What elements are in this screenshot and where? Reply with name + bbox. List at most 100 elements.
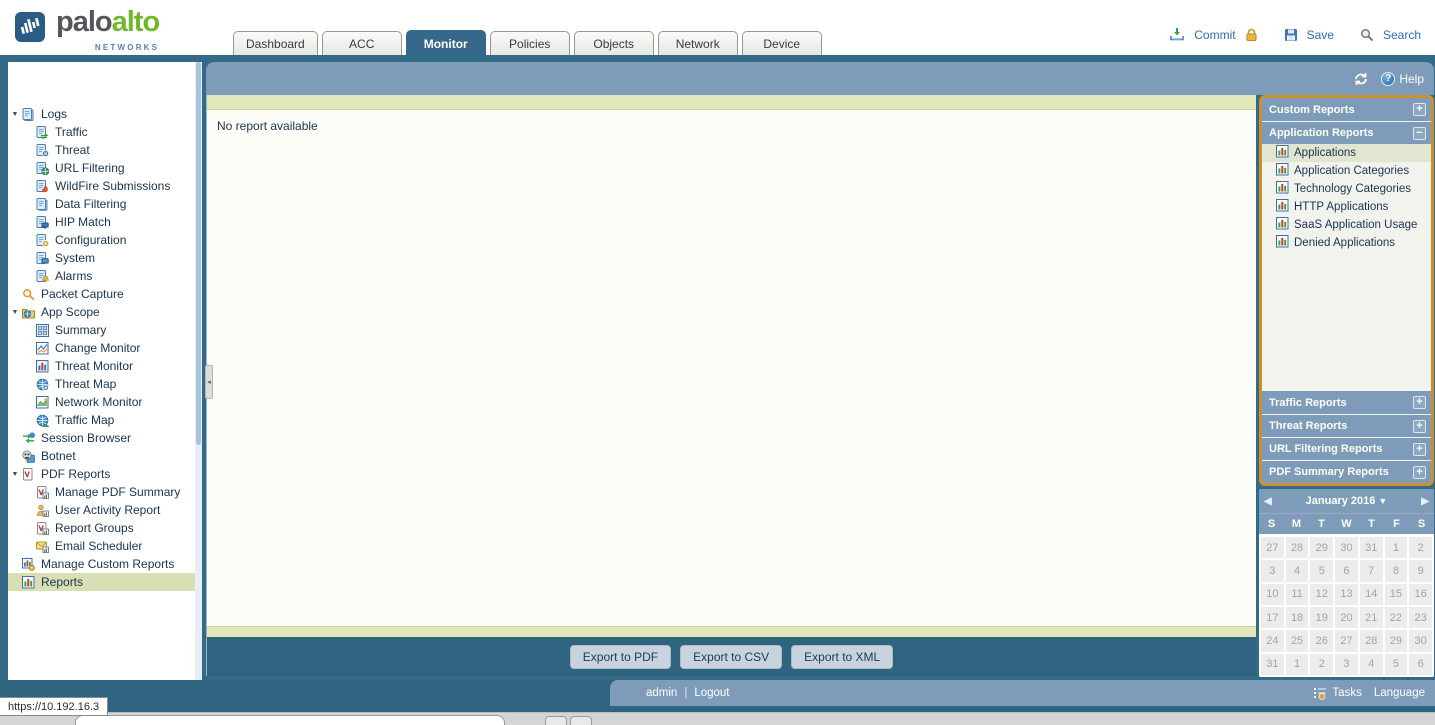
save-button[interactable]: Save: [1307, 28, 1334, 42]
calendar-prev-icon[interactable]: ◀: [1264, 496, 1272, 507]
sidebar-item-logs[interactable]: ▼Logs: [8, 105, 202, 123]
sidebar-item-pdf-reports[interactable]: ▼PDF Reports: [8, 465, 202, 483]
calendar-day[interactable]: 19: [1310, 607, 1333, 628]
calendar-day[interactable]: 24: [1261, 630, 1284, 651]
report-section-url-filtering-reports[interactable]: URL Filtering Reports+: [1262, 437, 1431, 460]
report-section-threat-reports[interactable]: Threat Reports+: [1262, 414, 1431, 437]
calendar-day[interactable]: 27: [1261, 537, 1284, 558]
sidebar-item-session-browser[interactable]: Session Browser: [8, 429, 202, 447]
calendar-day[interactable]: 7: [1360, 560, 1383, 581]
sidebar-item-wildfire-submissions[interactable]: WildFire Submissions: [8, 177, 202, 195]
expand-toggle-icon[interactable]: +: [1413, 396, 1426, 409]
sidebar-item-threat[interactable]: Threat: [8, 141, 202, 159]
report-item-denied-applications[interactable]: Denied Applications: [1262, 234, 1431, 252]
sidebar-item-system[interactable]: System: [8, 249, 202, 267]
calendar-day[interactable]: 2: [1310, 654, 1333, 675]
sidebar-item-reports[interactable]: Reports: [8, 573, 202, 591]
logout-button[interactable]: Logout: [694, 687, 729, 699]
calendar-day[interactable]: 30: [1335, 537, 1358, 558]
commit-button[interactable]: Commit: [1194, 28, 1235, 42]
report-section-traffic-reports[interactable]: Traffic Reports+: [1262, 391, 1431, 414]
expand-arrow-icon[interactable]: ▼: [8, 471, 22, 478]
calendar-day[interactable]: 29: [1385, 630, 1408, 651]
refresh-icon[interactable]: [1353, 72, 1369, 86]
calendar-day[interactable]: 4: [1360, 654, 1383, 675]
calendar-day[interactable]: 25: [1286, 630, 1309, 651]
expand-toggle-icon[interactable]: +: [1413, 443, 1426, 456]
calendar-day[interactable]: 26: [1310, 630, 1333, 651]
calendar-day[interactable]: 18: [1286, 607, 1309, 628]
calendar-month-selector[interactable]: January 2016 ▼: [1272, 495, 1422, 507]
calendar-day[interactable]: 21: [1360, 607, 1383, 628]
calendar-day[interactable]: 13: [1335, 584, 1358, 605]
commit-icon[interactable]: [1169, 27, 1185, 42]
expand-toggle-icon[interactable]: +: [1413, 420, 1426, 433]
sidebar-item-packet-capture[interactable]: Packet Capture: [8, 285, 202, 303]
calendar-day[interactable]: 12: [1310, 584, 1333, 605]
export-to-csv-button[interactable]: Export to CSV: [680, 645, 782, 669]
report-section-custom-reports[interactable]: Custom Reports+: [1262, 98, 1431, 121]
sidebar-item-app-scope[interactable]: ▼App Scope: [8, 303, 202, 321]
sidebar-scrollbar-thumb[interactable]: [196, 62, 201, 445]
report-item-http-applications[interactable]: HTTP Applications: [1262, 198, 1431, 216]
tab-dashboard[interactable]: Dashboard: [233, 31, 318, 55]
calendar-day[interactable]: 6: [1409, 654, 1432, 675]
sidebar-item-manage-pdf-summary[interactable]: Manage PDF Summary: [8, 483, 202, 501]
calendar-day[interactable]: 1: [1385, 537, 1408, 558]
calendar-day[interactable]: 28: [1360, 630, 1383, 651]
calendar-day[interactable]: 5: [1385, 654, 1408, 675]
browser-find-next-button[interactable]: [570, 716, 592, 725]
report-item-applications[interactable]: Applications: [1262, 144, 1431, 162]
calendar-day[interactable]: 31: [1360, 537, 1383, 558]
calendar-next-icon[interactable]: ▶: [1421, 496, 1429, 507]
tab-network[interactable]: Network: [658, 31, 738, 55]
expand-toggle-icon[interactable]: +: [1413, 103, 1426, 116]
calendar-day[interactable]: 28: [1286, 537, 1309, 558]
calendar-day[interactable]: 6: [1335, 560, 1358, 581]
sidebar-item-traffic[interactable]: Traffic: [8, 123, 202, 141]
calendar-day[interactable]: 30: [1409, 630, 1432, 651]
report-item-saas-application-usage[interactable]: SaaS Application Usage: [1262, 216, 1431, 234]
calendar-day[interactable]: 3: [1261, 560, 1284, 581]
sidebar-item-manage-custom-reports[interactable]: Manage Custom Reports: [8, 555, 202, 573]
calendar-day[interactable]: 3: [1335, 654, 1358, 675]
report-section-application-reports[interactable]: Application Reports−: [1262, 121, 1431, 144]
search-button[interactable]: Search: [1383, 28, 1421, 42]
expand-arrow-icon[interactable]: ▼: [8, 111, 22, 118]
calendar-day[interactable]: 16: [1409, 584, 1432, 605]
calendar-day[interactable]: 1: [1286, 654, 1309, 675]
sidebar-item-threat-monitor[interactable]: Threat Monitor: [8, 357, 202, 375]
calendar-day[interactable]: 15: [1385, 584, 1408, 605]
tasks-button[interactable]: Tasks: [1313, 687, 1361, 700]
browser-find-prev-button[interactable]: [545, 716, 567, 725]
export-to-xml-button[interactable]: Export to XML: [791, 645, 893, 669]
save-icon[interactable]: [1284, 28, 1298, 42]
tab-policies[interactable]: Policies: [490, 31, 570, 55]
report-item-technology-categories[interactable]: Technology Categories: [1262, 180, 1431, 198]
collapse-toggle-icon[interactable]: −: [1413, 127, 1426, 140]
expand-arrow-icon[interactable]: ▼: [8, 309, 22, 316]
tab-device[interactable]: Device: [742, 31, 822, 55]
sidebar-item-user-activity-report[interactable]: User Activity Report: [8, 501, 202, 519]
report-item-application-categories[interactable]: Application Categories: [1262, 162, 1431, 180]
calendar-day[interactable]: 5: [1310, 560, 1333, 581]
sidebar-item-report-groups[interactable]: Report Groups: [8, 519, 202, 537]
calendar-day[interactable]: 8: [1385, 560, 1408, 581]
calendar-day[interactable]: 14: [1360, 584, 1383, 605]
sidebar-item-threat-map[interactable]: Threat Map: [8, 375, 202, 393]
sidebar-collapse-handle[interactable]: ◂: [205, 365, 213, 399]
report-section-pdf-summary-reports[interactable]: PDF Summary Reports+: [1262, 460, 1431, 483]
calendar-day[interactable]: 4: [1286, 560, 1309, 581]
sidebar-item-url-filtering[interactable]: URL Filtering: [8, 159, 202, 177]
calendar-day[interactable]: 10: [1261, 584, 1284, 605]
calendar-day[interactable]: 11: [1286, 584, 1309, 605]
sidebar-item-summary[interactable]: Summary: [8, 321, 202, 339]
sidebar-item-configuration[interactable]: Configuration: [8, 231, 202, 249]
sidebar-item-change-monitor[interactable]: Change Monitor: [8, 339, 202, 357]
calendar-day[interactable]: 23: [1409, 607, 1432, 628]
sidebar-item-email-scheduler[interactable]: Email Scheduler: [8, 537, 202, 555]
export-to-pdf-button[interactable]: Export to PDF: [570, 645, 671, 669]
calendar-day[interactable]: 22: [1385, 607, 1408, 628]
calendar-day[interactable]: 9: [1409, 560, 1432, 581]
sidebar-item-botnet[interactable]: Botnet: [8, 447, 202, 465]
